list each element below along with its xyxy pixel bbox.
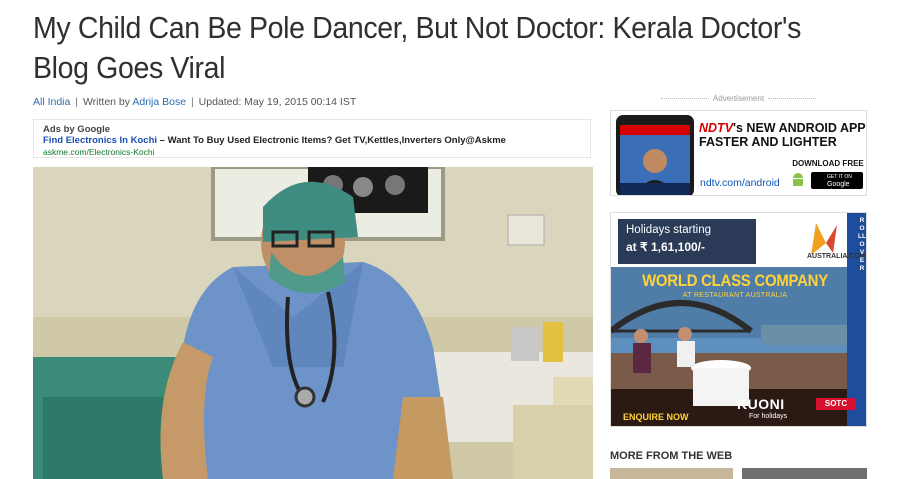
price-promo-box: Holidays starting at ₹ 1,61,100/-	[618, 219, 756, 264]
written-by-label: Written by	[82, 96, 133, 108]
advertisement-label: Advertisement	[636, 94, 841, 103]
byline-separator: |	[75, 96, 79, 108]
more-from-web-heading: MORE FROM THE WEB	[610, 450, 733, 462]
google-play-prefix: GET IT ON	[827, 174, 852, 180]
ad-title-link[interactable]: Find Electronics In Kochi	[43, 135, 157, 146]
ndtv-ad-headline-rest: 's NEW ANDROID APP	[733, 121, 866, 135]
rollover-label: ROLLOVER	[858, 217, 866, 272]
google-play-badge[interactable]: GET IT ON Google play	[811, 172, 863, 195]
doctor-photo-illustration	[33, 167, 593, 479]
ad-subheadline: AT RESTAURANT AUSTRALIA	[682, 292, 788, 299]
promo-line-1: Holidays starting	[626, 224, 712, 236]
google-text-ad[interactable]: Ads by Google Find Electronics In Kochi …	[33, 119, 591, 158]
kuoni-holiday-ad[interactable]: Holidays starting at ₹ 1,61,100/- AUSTRA…	[610, 212, 867, 427]
ads-by-google-label: Ads by Google	[43, 124, 111, 135]
section-link[interactable]: All India	[33, 96, 70, 108]
enquire-now-button[interactable]: ENQUIRE NOW	[623, 412, 689, 422]
recommended-thumbnail-2[interactable]	[742, 468, 867, 479]
ad-dash: –	[157, 135, 168, 146]
kuoni-tagline: For holidays	[749, 413, 788, 420]
google-play-label: Google play	[827, 181, 850, 196]
ad-headline: WORLD CLASS COMPANY	[642, 271, 828, 290]
byline-separator-2: |	[190, 96, 194, 108]
article-photo	[33, 167, 593, 479]
ad-url[interactable]: askme.com/Electronics-Kochi	[43, 147, 581, 157]
sotc-logo: SOTC	[816, 398, 856, 410]
australia-com-logo: AUSTRALIA.COM	[807, 253, 866, 260]
ndtv-logo-text: NDTV	[699, 121, 734, 135]
kuoni-logo: KUONI	[737, 396, 785, 412]
updated-timestamp: Updated: May 19, 2015 00:14 IST	[198, 96, 357, 108]
recommended-thumbnail-1[interactable]	[610, 468, 733, 479]
author-link[interactable]: Adrija Bose	[132, 96, 186, 108]
android-icon	[793, 173, 803, 186]
promo-price: at ₹ 1,61,100/-	[626, 240, 706, 254]
ad-line: Find Electronics In Kochi – Want To Buy …	[43, 135, 581, 147]
download-free-label: DOWNLOAD FREE	[792, 159, 864, 168]
phone-screen-image	[620, 125, 690, 195]
ad-description: Want To Buy Used Electronic Items? Get T…	[167, 135, 506, 146]
ndtv-ad-subline: FASTER AND LIGHTER	[699, 135, 837, 149]
ndtv-app-ad[interactable]: NDTV's NEW ANDROID APP FASTER AND LIGHTE…	[610, 110, 867, 196]
byline: All India | Written by Adrija Bose | Upd…	[33, 96, 356, 108]
article-title: My Child Can Be Pole Dancer, But Not Doc…	[33, 10, 802, 85]
ndtv-ad-url[interactable]: ndtv.com/android	[700, 177, 780, 189]
anchor-image	[620, 125, 690, 195]
ndtv-ad-headline: NDTV's NEW ANDROID APP FASTER AND LIGHTE…	[699, 121, 866, 149]
